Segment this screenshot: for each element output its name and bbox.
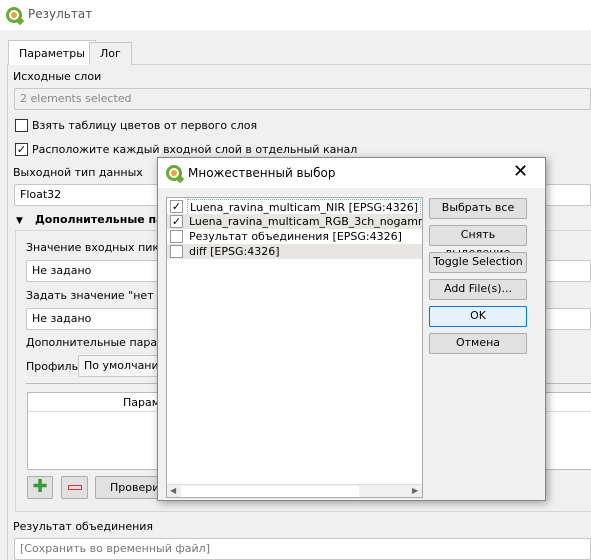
input-layers-field[interactable]: 2 elements selected — [14, 88, 591, 110]
output-type-label: Выходной тип данных — [13, 166, 143, 179]
profile-label: Профиль — [26, 360, 79, 373]
minus-icon — [67, 485, 82, 490]
input-pixel-label: Значение входных пиксел — [26, 241, 179, 254]
collapse-triangle-icon[interactable]: ▼ — [16, 216, 23, 226]
close-icon[interactable]: ✕ — [513, 161, 528, 182]
dialog-title: Множественный выбор — [188, 166, 336, 180]
window-title: Результат — [28, 7, 93, 21]
separate-checkbox[interactable]: ✓ — [15, 143, 28, 156]
result-label: Результат объединения — [13, 520, 154, 533]
toggle-selection-button[interactable]: Toggle Selection — [429, 252, 527, 273]
item-checkbox[interactable]: ✓ — [170, 200, 183, 213]
add-files-button[interactable]: Add File(s)... — [429, 279, 527, 300]
multiple-selection-dialog: Множественный выбор ✕ ✓ Luena_ravina_mult… — [157, 157, 546, 501]
select-all-button[interactable]: Выбрать все — [429, 198, 527, 219]
title-bar: Результат — [0, 0, 591, 30]
cancel-button[interactable]: Отмена — [429, 333, 527, 354]
remove-row-button[interactable] — [61, 476, 88, 499]
advanced-group-title[interactable]: Дополнительные па — [35, 213, 164, 226]
scrollbar-thumb[interactable] — [181, 486, 359, 497]
deselect-all-button[interactable]: Снять выделение — [429, 225, 527, 259]
item-checkbox[interactable]: ✓ — [170, 215, 183, 228]
add-row-button[interactable]: ✚ — [27, 476, 53, 499]
scroll-left-icon[interactable]: ◀ — [170, 486, 176, 495]
input-layers-label: Исходные слои — [13, 70, 102, 83]
extra-params-label: Дополнительные парамет — [26, 336, 179, 349]
result-output-field[interactable]: [Сохранить во временный файл] — [14, 538, 591, 560]
nodata-label: Задать значение "нет да — [26, 289, 172, 302]
layer-list[interactable]: ✓ Luena_ravina_multicam_NIR [EPSG:4326] ✓… — [166, 197, 423, 498]
color-table-checkbox[interactable] — [15, 119, 28, 132]
item-checkbox[interactable] — [170, 230, 183, 243]
tab-log[interactable]: Лог — [89, 42, 132, 65]
separate-label: Расположите каждый входной слой в отдель… — [32, 143, 358, 156]
color-table-label: Взять таблицу цветов от первого слоя — [32, 119, 258, 132]
qgis-logo-icon — [166, 165, 182, 181]
dialog-title-bar: Множественный выбор ✕ — [158, 158, 545, 188]
list-item[interactable]: Результат объединения [EPSG:4326] — [167, 229, 422, 244]
horizontal-scrollbar[interactable]: ◀ ▶ — [167, 484, 422, 497]
tab-parameters[interactable]: Параметры — [8, 40, 96, 65]
qgis-logo-icon — [6, 7, 22, 23]
list-item[interactable]: ✓ Luena_ravina_multicam_RGB_3ch_nogamma — [167, 214, 422, 229]
item-checkbox[interactable] — [170, 245, 183, 258]
ok-button[interactable]: OK — [429, 306, 527, 327]
list-item[interactable]: diff [EPSG:4326] — [167, 244, 422, 259]
scroll-right-icon[interactable]: ▶ — [412, 486, 418, 495]
list-item[interactable]: ✓ Luena_ravina_multicam_NIR [EPSG:4326] — [167, 199, 422, 214]
